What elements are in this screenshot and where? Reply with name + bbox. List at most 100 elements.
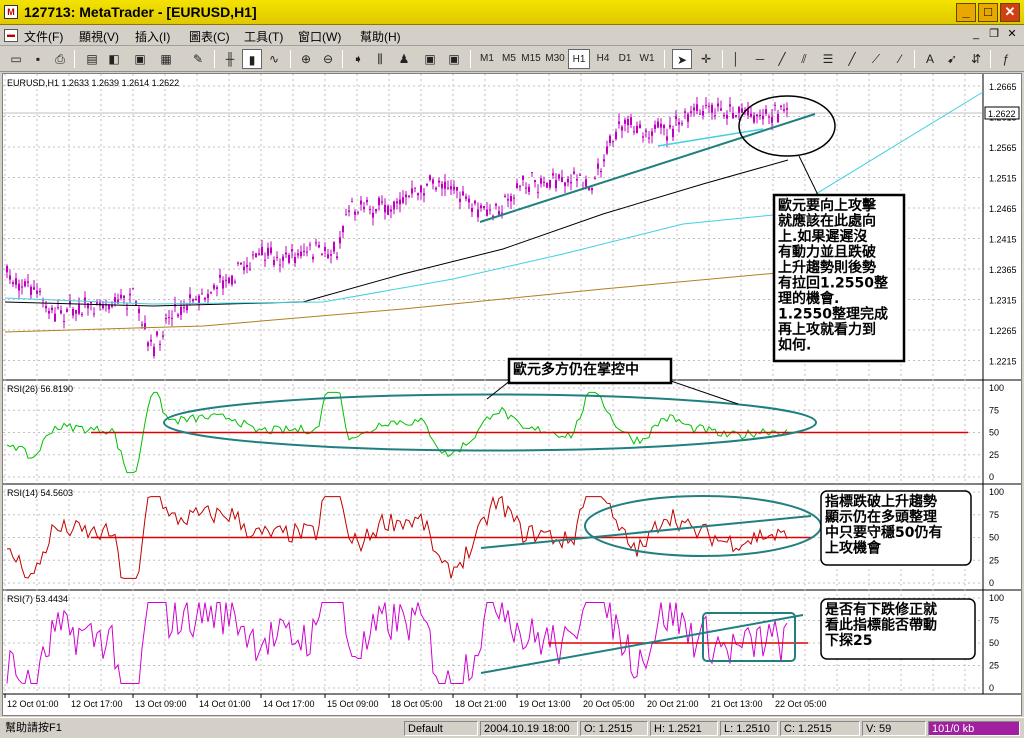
minimize-button[interactable]: _ <box>956 3 976 22</box>
terminal-icon[interactable]: ▣ <box>130 49 150 69</box>
candle-body <box>15 278 17 285</box>
menu-insert[interactable]: 插入(I) <box>135 28 170 45</box>
mdi-close-button[interactable]: ✕ <box>1004 28 1020 42</box>
expert-advisor-icon[interactable]: ✎ <box>188 49 208 69</box>
candle-body <box>57 307 59 309</box>
zoom-in-icon[interactable]: ⊕ <box>296 49 316 69</box>
candle-body <box>186 306 188 311</box>
main-note-line: 理的機會. <box>778 290 839 307</box>
horizontal-line-icon[interactable]: ─ <box>750 49 770 69</box>
status-profile[interactable]: Default <box>404 721 478 736</box>
navigator-icon[interactable]: ◧ <box>104 49 124 69</box>
candle-body <box>237 262 239 264</box>
text-icon[interactable]: A <box>920 49 940 69</box>
print-icon[interactable]: ⎙ <box>50 49 70 69</box>
candle-body <box>543 181 545 183</box>
fibonacci-icon[interactable]: ☰ <box>818 49 838 69</box>
menu-view[interactable]: 顯視(V) <box>79 28 119 45</box>
chart-area[interactable]: 歐元要向上攻擊 就應該在此處向 上.如果遲遲沒 有動力並且跌破 上升趨勢則後勢 有拉回1.… <box>2 73 1022 716</box>
arrow-icon[interactable]: ➹ <box>942 49 962 69</box>
function-icon[interactable]: ƒ <box>996 49 1016 69</box>
timeframe-m1[interactable]: M1 <box>476 49 498 69</box>
chart-window-icon[interactable]: ▬ <box>4 29 18 42</box>
candle-body <box>162 335 164 337</box>
candle-body <box>534 180 536 182</box>
candle-body <box>708 105 710 107</box>
candle-body <box>774 104 776 106</box>
line-chart-icon[interactable]: ∿ <box>264 49 284 69</box>
timeframe-d1[interactable]: D1 <box>614 49 636 69</box>
periods-icon[interactable]: ▣ <box>420 49 440 69</box>
candle-body <box>300 251 302 257</box>
candle-body <box>546 182 548 188</box>
candle-body <box>471 208 473 212</box>
label-icon[interactable]: ⇵ <box>966 49 986 69</box>
price-tick-label: 1.2215 <box>989 357 1017 367</box>
trendline-icon[interactable]: ╱ <box>772 49 792 69</box>
candle-body <box>45 306 47 309</box>
indicators-icon[interactable]: ♟ <box>394 49 414 69</box>
menu-charts[interactable]: 圖表(C) <box>189 28 230 45</box>
candle-body <box>273 260 275 266</box>
save-icon[interactable]: ▪ <box>28 49 48 69</box>
tester-icon[interactable]: ▦ <box>156 49 176 69</box>
main-note-line: 就應該在此處向 <box>778 213 876 230</box>
channel-icon[interactable]: ⫽ <box>794 49 814 69</box>
timeframe-m15[interactable]: M15 <box>520 49 542 69</box>
menu-help[interactable]: 幫助(H) <box>360 28 401 45</box>
close-button[interactable]: ✕ <box>1000 3 1020 22</box>
fan-icon[interactable]: ⟋ <box>866 49 886 69</box>
candle-body <box>651 131 653 136</box>
candle-body <box>9 275 11 280</box>
candle-body <box>603 159 605 162</box>
candlestick-icon[interactable]: ▮ <box>242 49 262 69</box>
gann-icon[interactable]: ╱ <box>842 49 862 69</box>
templates-icon[interactable]: ▣ <box>444 49 464 69</box>
fibo-fan-icon[interactable]: ⁄ <box>890 49 910 69</box>
status-low: L: 1.2510 <box>720 721 778 736</box>
time-tick-label: 18 Oct 21:00 <box>455 699 507 709</box>
maximize-button[interactable]: □ <box>978 3 998 22</box>
candle-body <box>195 298 197 301</box>
candle-body <box>348 210 350 212</box>
bar-chart-icon[interactable]: ╫ <box>220 49 240 69</box>
candle-body <box>75 309 77 314</box>
autoscroll-icon[interactable]: ➧ <box>348 49 368 69</box>
vertical-line-icon[interactable]: │ <box>726 49 746 69</box>
rsi-panel-label: RSI(26) 56.8190 <box>7 384 73 394</box>
candle-body <box>114 297 116 303</box>
timeframe-m30[interactable]: M30 <box>544 49 566 69</box>
zoom-out-icon[interactable]: ⊖ <box>318 49 338 69</box>
menu-tools[interactable]: 工具(T) <box>244 28 283 45</box>
timeframe-h1[interactable]: H1 <box>568 49 590 69</box>
time-tick-label: 22 Oct 05:00 <box>775 699 827 709</box>
candle-body <box>447 187 449 189</box>
new-chart-icon[interactable]: ▭ <box>6 49 26 69</box>
timeframe-m5[interactable]: M5 <box>498 49 520 69</box>
cursor-icon[interactable]: ➤ <box>672 49 692 69</box>
menu-window[interactable]: 窗口(W) <box>298 28 341 45</box>
candle-body <box>678 122 680 125</box>
crosshair-icon[interactable]: ✛ <box>696 49 716 69</box>
mdi-minimize-button[interactable]: _ <box>968 28 984 42</box>
candle-body <box>192 299 194 302</box>
candle-body <box>618 121 620 124</box>
data-window-icon[interactable]: ▤ <box>82 49 102 69</box>
menu-file[interactable]: 文件(F) <box>24 28 63 45</box>
candle-body <box>318 245 320 248</box>
current-price-label: 1.2622 <box>988 109 1016 119</box>
candle-body <box>633 131 635 133</box>
candle-body <box>225 279 227 281</box>
timeframe-w1[interactable]: W1 <box>636 49 658 69</box>
chart-shift-icon[interactable]: ⫼ <box>370 49 390 69</box>
candle-body <box>30 286 32 295</box>
candle-body <box>414 187 416 189</box>
timeframe-h4[interactable]: H4 <box>592 49 614 69</box>
chart-canvas[interactable]: 歐元要向上攻擊就應該在此處向上.如果遲遲沒有動力並且跌破上升趨勢則後勢有拉回1.… <box>3 74 1021 715</box>
main-note-line: 再上攻就看力到 <box>778 321 876 338</box>
rsi-tick-label: 25 <box>989 450 999 460</box>
candle-body <box>60 310 62 314</box>
candle-body <box>477 209 479 218</box>
mdi-restore-button[interactable]: ❐ <box>986 28 1002 42</box>
rsi14-note-line: 指標跌破上升趨勢 <box>825 493 937 510</box>
